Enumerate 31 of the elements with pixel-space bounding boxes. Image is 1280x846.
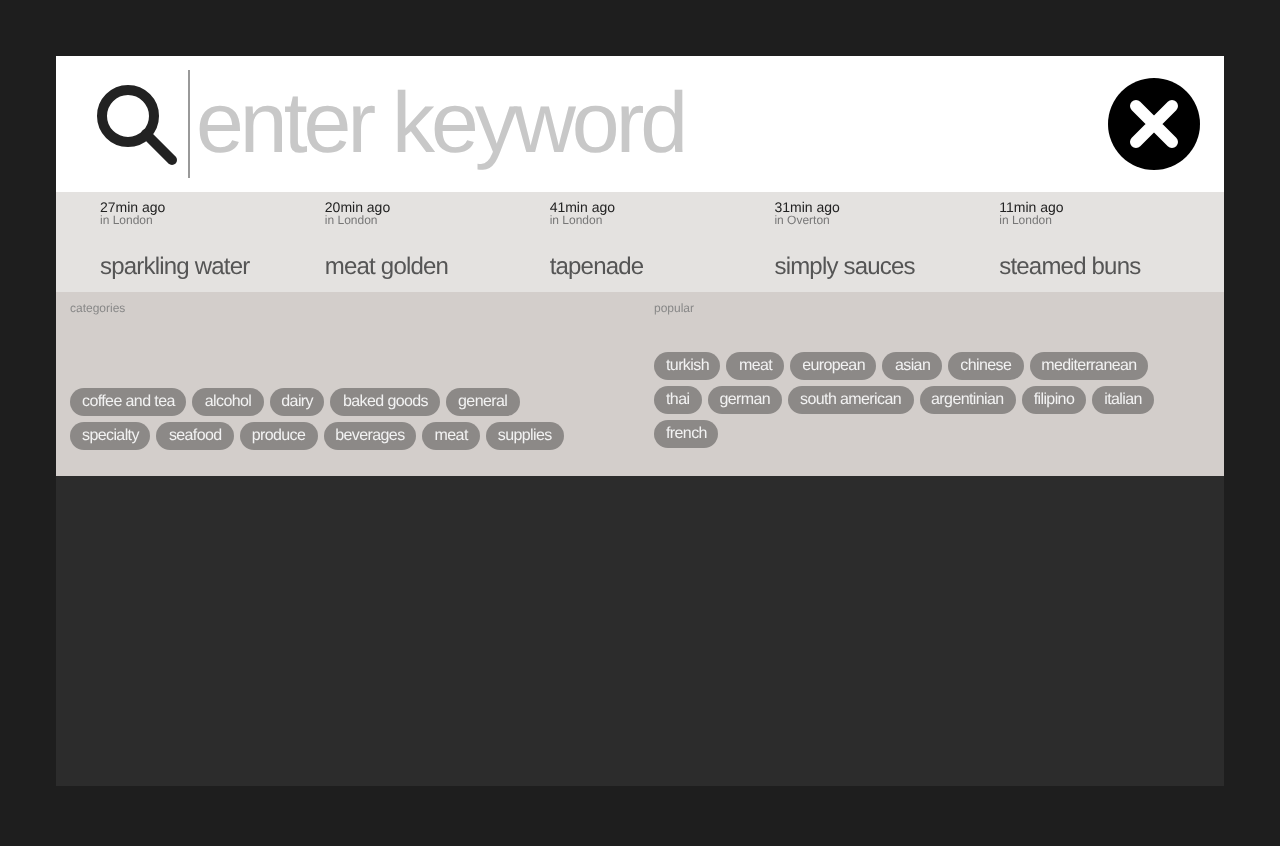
tag-chip[interactable]: argentinian [919,386,1016,414]
recent-search-link[interactable]: sparkling water [100,252,325,280]
tag-chip[interactable]: european [790,352,877,380]
tag-chip[interactable]: turkish [654,352,721,380]
tag-chip[interactable]: south american [788,386,914,414]
tag-chip[interactable]: mediterranean [1029,352,1149,380]
tag-chip[interactable]: baked goods [330,388,441,416]
recent-search-link[interactable]: meat golden [324,252,550,280]
tag-chip[interactable]: general [446,388,520,416]
tag-chip[interactable]: asian [882,352,943,380]
recent-search-link[interactable]: steamed buns [999,252,1225,280]
recent-search-link[interactable]: tapenade [549,252,775,280]
close-icon[interactable] [1108,78,1200,170]
tag-chip[interactable]: beverages [323,422,417,450]
tag-chip[interactable]: meat [726,352,785,380]
search-icon[interactable] [92,80,180,168]
tag-chip[interactable]: french [654,420,719,448]
tag-chip[interactable]: specialty [70,422,151,450]
tag-chip[interactable]: thai [654,386,702,414]
tag-chip[interactable]: meat [422,422,480,450]
tag-chip[interactable]: italian [1092,386,1154,414]
recent-search-link[interactable]: simply sauces [774,252,1000,280]
tag-chip[interactable]: produce [239,422,318,450]
tag-chip[interactable]: alcohol [192,388,264,416]
tag-chip[interactable]: german [707,386,783,414]
tag-chip[interactable]: seafood [156,422,234,450]
tag-chip[interactable]: chinese [948,352,1024,380]
tag-chip[interactable]: filipino [1021,386,1087,414]
tag-chip[interactable]: coffee and tea [70,388,187,416]
tag-chip[interactable]: supplies [485,422,564,450]
tag-chip[interactable]: dairy [269,388,325,416]
